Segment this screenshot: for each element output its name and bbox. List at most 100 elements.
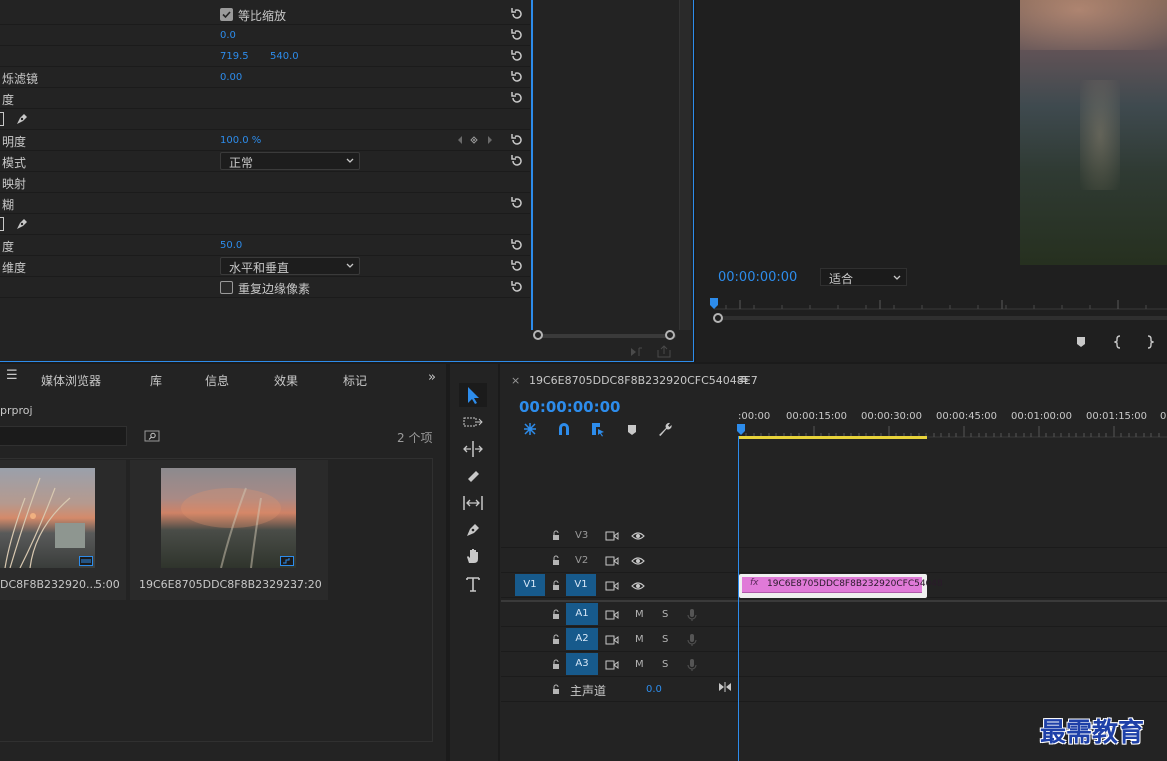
tab-media-browser[interactable]: 媒体浏览器 (41, 372, 101, 389)
program-scrollbar[interactable] (716, 316, 1167, 320)
lock-icon[interactable] (551, 579, 561, 591)
go-to-end-icon[interactable] (718, 681, 732, 693)
tab-libraries[interactable]: 库 (150, 372, 162, 389)
eye-icon[interactable] (631, 581, 645, 591)
reset-icon[interactable] (510, 91, 524, 105)
eye-icon[interactable] (631, 556, 645, 566)
razor-tool-icon[interactable] (464, 467, 482, 485)
track-target-v1[interactable]: V1 (566, 574, 596, 596)
sync-lock-icon[interactable] (605, 609, 619, 621)
solo-button[interactable]: S (662, 609, 668, 620)
tab-info[interactable]: 信息 (205, 372, 229, 389)
sync-lock-icon[interactable] (605, 530, 619, 542)
more-tabs-icon[interactable]: » (428, 370, 436, 385)
program-playhead-icon[interactable] (710, 298, 718, 310)
lock-icon[interactable] (551, 633, 561, 645)
eye-icon[interactable] (631, 531, 645, 541)
add-marker-icon[interactable] (626, 423, 638, 437)
find-icon[interactable] (144, 430, 160, 442)
reset-icon[interactable] (510, 259, 524, 273)
opacity-value[interactable]: 100.0 % (220, 135, 261, 146)
reset-icon[interactable] (510, 7, 524, 21)
reset-icon[interactable] (510, 133, 524, 147)
linked-selection-icon[interactable] (590, 421, 606, 437)
ec-zoom-bar[interactable] (536, 334, 676, 338)
reset-icon[interactable] (510, 28, 524, 42)
type-tool-icon[interactable] (464, 574, 482, 594)
snap-icon[interactable] (556, 421, 572, 437)
reset-icon[interactable] (510, 49, 524, 63)
microphone-icon[interactable] (687, 658, 697, 672)
repeat-edge-checkbox[interactable] (220, 281, 233, 294)
reset-icon[interactable] (510, 280, 524, 294)
master-volume-value[interactable]: 0.0 (646, 684, 662, 695)
sync-lock-icon[interactable] (605, 634, 619, 646)
keyframe-nav-icon[interactable] (456, 135, 496, 145)
ec-zoom-handle-left[interactable] (533, 330, 543, 340)
blurriness-value[interactable]: 50.0 (220, 240, 242, 251)
anchor-x-value[interactable]: 719.5 (220, 51, 249, 62)
ec-zoom-handle-right[interactable] (665, 330, 675, 340)
project-search-input[interactable] (0, 426, 127, 446)
solo-button[interactable]: S (662, 634, 668, 645)
ec-scrollbar[interactable] (679, 0, 691, 330)
slip-tool-icon[interactable] (462, 494, 484, 512)
uniform-scale-checkbox[interactable] (220, 8, 233, 21)
fit-dropdown[interactable]: 适合 (820, 268, 907, 286)
blend-mode-dropdown[interactable]: 正常 (220, 152, 360, 170)
track-select-tool-icon[interactable] (462, 414, 484, 430)
reset-icon[interactable] (510, 238, 524, 252)
tab-effects[interactable]: 效果 (274, 372, 298, 389)
solo-button[interactable]: S (662, 659, 668, 670)
sequence-menu-icon[interactable]: ≡ (738, 372, 749, 387)
ripple-edit-tool-icon[interactable] (462, 440, 484, 458)
lock-icon[interactable] (551, 608, 561, 620)
mute-button[interactable]: M (635, 609, 644, 620)
tab-markers[interactable]: 标记 (343, 372, 367, 389)
timeline-timecode[interactable]: 00:00:00:00 (519, 398, 621, 416)
hand-tool-icon[interactable] (464, 547, 482, 565)
export-icon[interactable] (657, 345, 671, 358)
reset-icon[interactable] (510, 154, 524, 168)
lock-icon[interactable] (551, 658, 561, 670)
lock-icon[interactable] (551, 554, 561, 566)
program-ruler[interactable] (714, 300, 1167, 310)
add-marker-icon[interactable] (1076, 336, 1086, 348)
lock-icon[interactable] (551, 529, 561, 541)
play-audio-icon[interactable] (630, 346, 644, 358)
rect-mask-icon[interactable] (0, 217, 4, 231)
track-target-a3[interactable]: A3 (566, 653, 598, 675)
work-area-bar[interactable] (739, 436, 927, 439)
reset-icon[interactable] (510, 70, 524, 84)
close-sequence-icon[interactable]: × (511, 374, 520, 387)
rotation-value[interactable]: 0.0 (220, 30, 236, 41)
flicker-filter-value[interactable]: 0.00 (220, 72, 242, 83)
nest-toggle-icon[interactable] (522, 421, 538, 437)
pen-mask-icon[interactable] (14, 216, 30, 232)
pen-mask-icon[interactable] (14, 111, 30, 127)
pen-tool-icon[interactable] (464, 521, 482, 539)
timeline-playhead-icon[interactable] (737, 424, 745, 436)
timeline-clip[interactable]: fx 19C6E8705DDC8F8B232920CFC54048 (739, 574, 943, 598)
project-thumbnail-1[interactable] (0, 468, 95, 568)
sync-lock-icon[interactable] (605, 555, 619, 567)
project-thumbnail-2[interactable] (161, 468, 296, 568)
selection-tool[interactable] (459, 383, 487, 407)
sequence-tab[interactable]: 19C6E8705DDC8F8B232920CFC54048E7 (529, 374, 758, 387)
source-patch-v1[interactable]: V1 (515, 574, 545, 596)
microphone-icon[interactable] (687, 608, 697, 622)
track-target-a1[interactable]: A1 (566, 603, 598, 625)
microphone-icon[interactable] (687, 633, 697, 647)
anchor-y-value[interactable]: 540.0 (270, 51, 299, 62)
blur-dimensions-dropdown[interactable]: 水平和垂直 (220, 257, 360, 275)
sync-lock-icon[interactable] (605, 659, 619, 671)
mute-button[interactable]: M (635, 634, 644, 645)
track-target-a2[interactable]: A2 (566, 628, 598, 650)
av-divider[interactable] (501, 600, 1167, 602)
project-panel-menu-icon[interactable]: ☰ (6, 368, 18, 383)
reset-icon[interactable] (510, 196, 524, 210)
wrench-icon[interactable] (657, 421, 673, 437)
timeline-playhead-line[interactable] (738, 436, 739, 761)
program-zoom-handle[interactable] (713, 313, 723, 323)
mark-out-icon[interactable] (1146, 335, 1154, 349)
